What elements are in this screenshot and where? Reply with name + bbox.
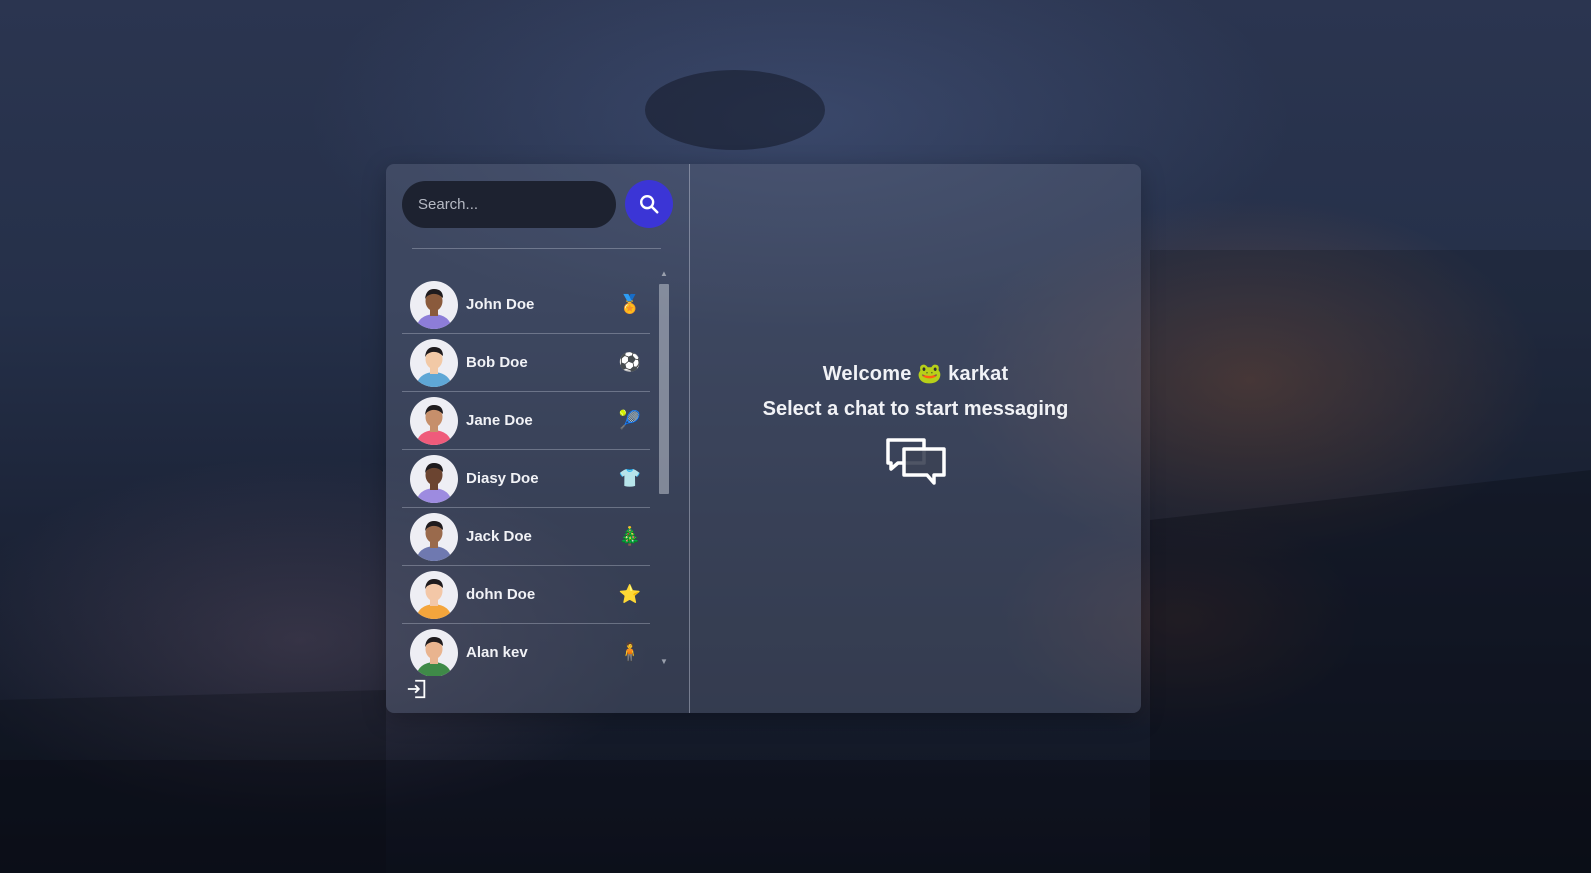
empty-state-subtitle: Select a chat to start messaging — [762, 397, 1069, 420]
avatar — [410, 454, 458, 503]
scroll-down-arrow-icon[interactable]: ▼ — [660, 658, 668, 666]
chat-contact-name: John Doe — [466, 296, 535, 313]
chat-contact-name: Diasy Doe — [466, 470, 539, 487]
status-emoji-icon: 🧍 — [618, 642, 642, 663]
search-bar — [402, 180, 673, 228]
chat-contact-name: Bob Doe — [466, 354, 528, 371]
welcome-prefix: Welcome — [822, 362, 912, 385]
status-emoji-icon: 🏅 — [618, 294, 642, 315]
chat-contact-name: dohn Doe — [466, 586, 536, 603]
frog-emoji-icon: 🐸 — [917, 360, 943, 385]
avatar — [410, 628, 458, 676]
chat-list-item[interactable]: John Doe 🏅 — [402, 276, 650, 334]
avatar — [410, 512, 458, 561]
status-emoji-icon: ⭐ — [618, 584, 642, 605]
chat-list-item[interactable]: dohn Doe ⭐ — [402, 566, 650, 624]
chat-list-item[interactable]: Jack Doe 🎄 — [402, 508, 650, 566]
sidebar-divider — [412, 248, 661, 249]
chat-list-item[interactable]: Diasy Doe 👕 — [402, 450, 650, 508]
status-emoji-icon: ⚽ — [618, 352, 642, 373]
scroll-thumb[interactable] — [659, 284, 669, 494]
chat-list-item[interactable]: Alan kev 🧍 — [402, 624, 650, 676]
avatar — [410, 570, 458, 619]
chat-app-window: John Doe 🏅 Bob Doe ⚽ Jane Doe 🎾 Diasy Doe 👕 Jack… — [386, 164, 1141, 713]
welcome-line: Welcome 🐸 karkat — [823, 361, 1009, 386]
conversation-list: John Doe 🏅 Bob Doe ⚽ Jane Doe 🎾 Diasy Doe 👕 Jack… — [402, 276, 650, 676]
chat-list-item[interactable]: Jane Doe 🎾 — [402, 392, 650, 450]
search-button[interactable] — [625, 180, 673, 228]
chat-contact-name: Jane Doe — [466, 412, 533, 429]
chat-list-item[interactable]: Bob Doe ⚽ — [402, 334, 650, 392]
search-icon — [640, 195, 659, 214]
chat-contact-name: Alan kev — [466, 644, 528, 661]
conversation-scrollbar[interactable]: ▲ ▼ — [658, 270, 670, 666]
main-panel: Welcome 🐸 karkat Select a chat to start … — [690, 164, 1141, 713]
username: karkat — [948, 362, 1009, 385]
status-emoji-icon: 🎾 — [618, 410, 642, 431]
search-input[interactable] — [402, 180, 616, 228]
chat-contact-name: Jack Doe — [466, 528, 532, 545]
avatar — [410, 280, 458, 329]
chat-bubbles-icon — [885, 437, 946, 485]
status-emoji-icon: 👕 — [618, 468, 642, 489]
avatar — [410, 396, 458, 445]
avatar — [410, 338, 458, 387]
logout-icon[interactable] — [406, 678, 428, 700]
status-emoji-icon: 🎄 — [618, 526, 642, 547]
scroll-up-arrow-icon[interactable]: ▲ — [660, 270, 668, 278]
sidebar: John Doe 🏅 Bob Doe ⚽ Jane Doe 🎾 Diasy Doe 👕 Jack… — [386, 164, 690, 713]
